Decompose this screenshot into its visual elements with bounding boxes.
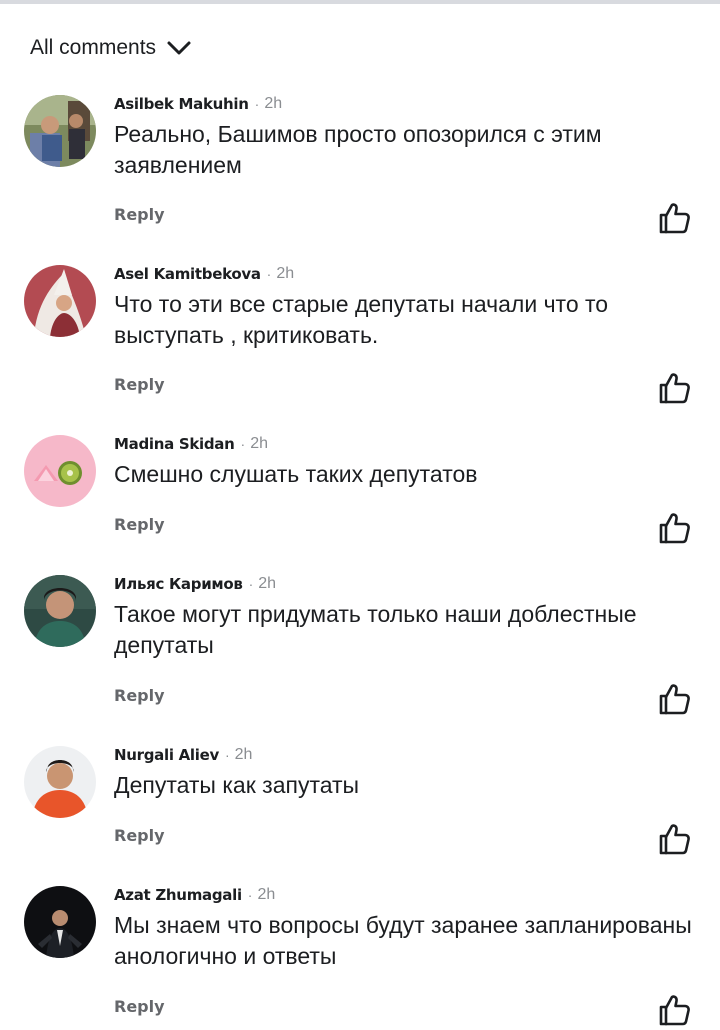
comment-text: Мы знаем что вопросы будут заранее запла… <box>114 912 692 969</box>
comments-filter-label: All comments <box>30 36 157 59</box>
comment-meta: Asel Kamitbekova · 2h <box>114 263 294 285</box>
avatar[interactable] <box>24 265 96 337</box>
thumbs-up-icon <box>659 513 690 544</box>
comment-author[interactable]: Madina Skidan <box>114 435 235 453</box>
comment-meta: Nurgali Aliev · 2h <box>114 744 252 766</box>
comment-meta: Ильяс Каримов · 2h <box>114 573 276 595</box>
avatar[interactable] <box>24 575 96 647</box>
like-button[interactable] <box>657 682 691 716</box>
reply-button[interactable]: Reply <box>114 686 165 705</box>
thumbs-up-icon <box>659 203 690 234</box>
meta-separator: · <box>240 436 246 452</box>
chevron-down-icon[interactable] <box>166 39 192 57</box>
comment-meta: Asilbek Makuhin · 2h <box>114 93 282 115</box>
like-button[interactable] <box>657 371 691 405</box>
top-divider <box>0 0 720 4</box>
avatar[interactable] <box>24 435 96 507</box>
comment-timestamp: 2h <box>258 575 277 592</box>
reply-button[interactable]: Reply <box>114 515 165 534</box>
like-button[interactable] <box>657 201 691 235</box>
thumbs-up-icon <box>659 684 690 715</box>
like-button[interactable] <box>657 993 691 1027</box>
reply-button[interactable]: Reply <box>114 997 165 1016</box>
avatar[interactable] <box>24 95 96 167</box>
comment-author[interactable]: Nurgali Aliev <box>114 746 219 764</box>
avatar[interactable] <box>24 886 96 958</box>
meta-separator: · <box>254 96 260 112</box>
comment-author[interactable]: Azat Zhumagali <box>114 886 242 904</box>
comment-text: Реально, Башимов просто опозорился с эти… <box>114 121 602 178</box>
comment-text: Такое могут придумать только наши доблес… <box>114 601 637 658</box>
comment-timestamp: 2h <box>234 746 253 763</box>
reply-button[interactable]: Reply <box>114 375 165 394</box>
comment-timestamp: 2h <box>276 265 295 282</box>
comment-timestamp: 2h <box>264 95 283 112</box>
avatar[interactable] <box>24 746 96 818</box>
like-button[interactable] <box>657 511 691 545</box>
thumbs-up-icon <box>659 373 690 404</box>
thumbs-up-icon <box>659 995 690 1026</box>
comment-meta: Azat Zhumagali · 2h <box>114 884 275 906</box>
thumbs-up-icon <box>659 824 690 855</box>
comments-filter-dropdown[interactable]: All comments <box>30 36 192 60</box>
comment-author[interactable]: Asilbek Makuhin <box>114 95 249 113</box>
reply-button[interactable]: Reply <box>114 205 165 224</box>
comment-text: Что то эти все старые депутаты начали чт… <box>114 291 609 348</box>
comment-author[interactable]: Asel Kamitbekova <box>114 265 261 283</box>
comment-text: Депутаты как запутаты <box>114 772 360 798</box>
reply-button[interactable]: Reply <box>114 826 165 845</box>
comment-timestamp: 2h <box>257 886 276 903</box>
comment-meta: Madina Skidan · 2h <box>114 433 268 455</box>
meta-separator: · <box>266 266 272 282</box>
comment-author[interactable]: Ильяс Каримов <box>114 575 243 593</box>
comment-text: Смешно слушать таких депутатов <box>114 461 478 487</box>
meta-separator: · <box>248 576 254 592</box>
meta-separator: · <box>247 887 253 903</box>
like-button[interactable] <box>657 822 691 856</box>
comment-timestamp: 2h <box>250 435 268 452</box>
meta-separator: · <box>224 747 230 763</box>
